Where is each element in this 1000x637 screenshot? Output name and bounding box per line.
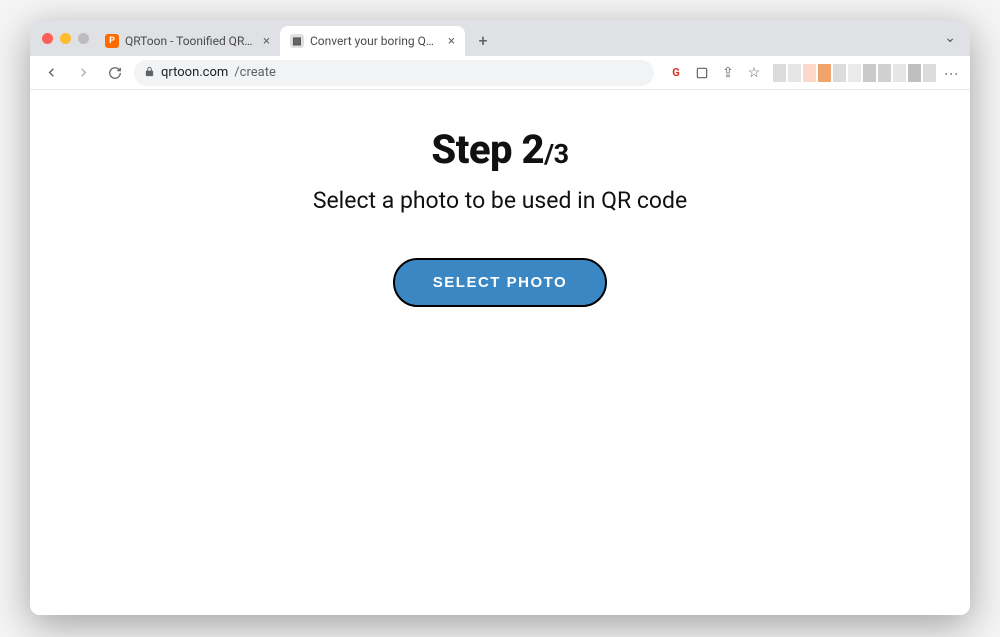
browser-window: P QRToon - Toonified QR Maker × ▩ Conver… — [30, 20, 970, 615]
select-photo-button[interactable]: SELECT PHOTO — [393, 258, 607, 307]
reload-button[interactable] — [102, 60, 128, 86]
tab-close-icon[interactable]: × — [448, 34, 455, 49]
favicon-icon: P — [105, 34, 119, 48]
page-content: Step 2/3 Select a photo to be used in QR… — [30, 90, 970, 615]
extension-pixel[interactable] — [878, 64, 891, 82]
forward-button[interactable] — [70, 60, 96, 86]
window-minimize-dot[interactable] — [60, 33, 71, 44]
tab-qrtoon[interactable]: P QRToon - Toonified QR Maker × — [95, 26, 280, 56]
toolbar: qrtoon.com/create G ⇪ ☆ ⋮ — [30, 56, 970, 90]
window-controls — [38, 33, 95, 44]
address-bar[interactable]: qrtoon.com/create — [134, 60, 654, 86]
extension-pixel[interactable] — [893, 64, 906, 82]
tab-title: QRToon - Toonified QR Maker — [125, 34, 253, 48]
bookmark-star-icon[interactable]: ☆ — [743, 62, 765, 84]
new-tab-button[interactable]: + — [471, 28, 495, 52]
extension-pixel[interactable] — [803, 64, 816, 82]
url-path: /create — [234, 65, 276, 80]
tabs-overflow-button[interactable]: ⌄ — [938, 30, 962, 46]
tab-close-icon[interactable]: × — [263, 34, 270, 49]
extension-pixel[interactable] — [833, 64, 846, 82]
toolbar-right: G ⇪ ☆ ⋮ — [665, 62, 962, 84]
step-title: Step 2/3 — [431, 126, 568, 173]
step-subtitle: Select a photo to be used in QR code — [313, 187, 687, 214]
tab-strip: P QRToon - Toonified QR Maker × ▩ Conver… — [30, 20, 970, 56]
window-maximize-dot[interactable] — [78, 33, 89, 44]
lock-icon — [144, 66, 155, 80]
extension-pixel[interactable] — [863, 64, 876, 82]
share-icon[interactable]: ⇪ — [717, 62, 739, 84]
step-prefix: Step — [431, 126, 521, 173]
translate-icon[interactable]: G — [665, 62, 687, 84]
browser-menu-button[interactable]: ⋮ — [940, 62, 962, 84]
extension-pixel[interactable] — [848, 64, 861, 82]
favicon-icon: ▩ — [290, 34, 304, 48]
extension-pixel[interactable] — [818, 64, 831, 82]
tab-convert-qr[interactable]: ▩ Convert your boring QR codes × — [280, 26, 465, 56]
extension-pixel[interactable] — [773, 64, 786, 82]
extensions-group — [773, 64, 936, 82]
window-close-dot[interactable] — [42, 33, 53, 44]
back-button[interactable] — [38, 60, 64, 86]
tab-title: Convert your boring QR codes — [310, 34, 438, 48]
extension-icon[interactable] — [691, 62, 713, 84]
step-total: /3 — [544, 138, 569, 170]
extension-pixel[interactable] — [788, 64, 801, 82]
extension-pixel[interactable] — [923, 64, 936, 82]
step-current: 2 — [522, 126, 545, 173]
url-host: qrtoon.com — [161, 65, 228, 80]
extension-pixel[interactable] — [908, 64, 921, 82]
